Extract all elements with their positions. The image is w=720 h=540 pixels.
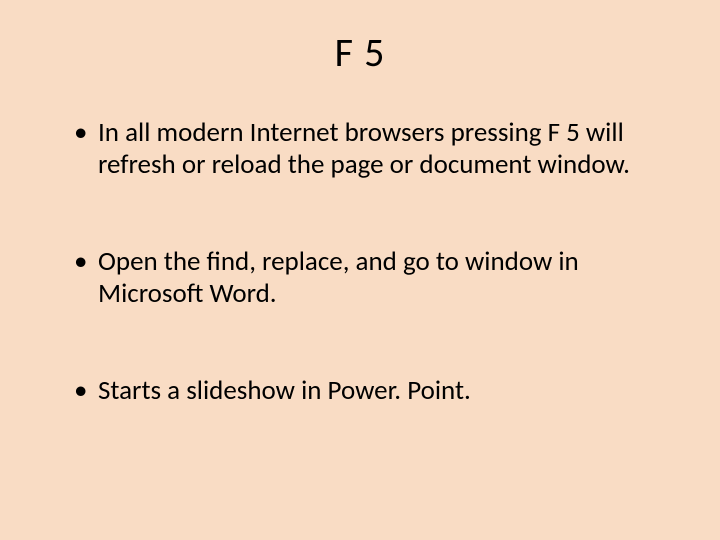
- list-item: In all modern Internet browsers pressing…: [70, 117, 650, 182]
- slide: F 5 In all modern Internet browsers pres…: [0, 0, 720, 540]
- slide-title: F 5: [70, 28, 650, 77]
- bullet-list: In all modern Internet browsers pressing…: [70, 117, 650, 407]
- list-item: Open the find, replace, and go to window…: [70, 246, 650, 311]
- list-item: Starts a slideshow in Power. Point.: [70, 375, 650, 407]
